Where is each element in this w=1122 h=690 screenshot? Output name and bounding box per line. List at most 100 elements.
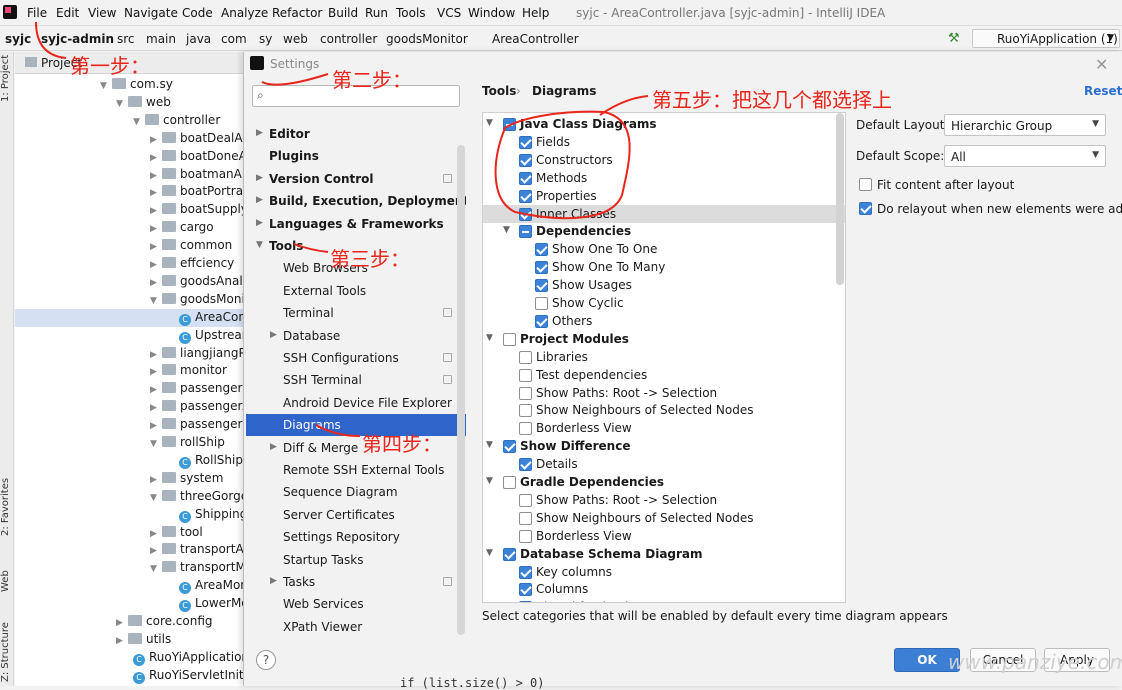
chevron-down-icon[interactable]: ▼ bbox=[150, 493, 162, 503]
project-tree-item[interactable]: ▶ goodsAnalys bbox=[15, 273, 256, 291]
chevron-right-icon[interactable]: ▶ bbox=[270, 442, 277, 452]
category-checkbox[interactable] bbox=[519, 404, 532, 418]
project-tree-item[interactable]: ▶ boatPortrait bbox=[15, 183, 251, 201]
project-tree-item[interactable]: ▶ tool bbox=[15, 524, 245, 542]
project-tree-item[interactable]: ▶ effciency bbox=[15, 255, 245, 273]
hammer-icon[interactable]: ⚒ bbox=[948, 31, 960, 46]
category-group[interactable]: ▼ Gradle Dependencies bbox=[483, 473, 845, 491]
category-option[interactable]: Show One To One bbox=[483, 240, 845, 258]
settings-tree-item[interactable]: Settings Repository bbox=[246, 526, 466, 548]
crumb-module[interactable]: syjc-admin bbox=[41, 32, 114, 46]
default-scope-select[interactable]: All ▼ bbox=[944, 145, 1106, 167]
category-option[interactable]: Show One To Many bbox=[483, 258, 845, 276]
chevron-right-icon[interactable]: ▶ bbox=[150, 206, 162, 216]
category-group[interactable]: ▼ Dependencies bbox=[483, 222, 845, 240]
category-checkbox[interactable] bbox=[519, 511, 532, 525]
category-checkbox[interactable] bbox=[519, 350, 532, 364]
run-config-select[interactable]: RuoYiApplication (1) ▼ bbox=[972, 29, 1120, 48]
category-checkbox[interactable] bbox=[503, 332, 516, 346]
chevron-right-icon[interactable]: ▶ bbox=[150, 350, 162, 360]
category-checkbox[interactable] bbox=[519, 601, 532, 602]
project-tree-item[interactable]: ▶ liangjiangPas bbox=[15, 345, 259, 363]
chevron-down-icon[interactable]: ▼ bbox=[486, 548, 493, 558]
category-checkbox[interactable] bbox=[503, 440, 516, 454]
settings-tree-item[interactable]: Sequence Diagram bbox=[246, 481, 466, 503]
category-option[interactable]: Show Cyclic bbox=[483, 294, 845, 312]
category-option[interactable]: Properties bbox=[483, 187, 845, 205]
settings-tree-scrollbar[interactable] bbox=[457, 145, 465, 635]
chevron-down-icon[interactable]: ▼ bbox=[133, 117, 145, 127]
project-tree-item[interactable]: ▶ common bbox=[15, 237, 245, 255]
menu-code[interactable]: Code bbox=[182, 6, 213, 20]
crumb-src[interactable]: src bbox=[117, 32, 135, 46]
menu-navigate[interactable]: Navigate bbox=[124, 6, 178, 20]
category-option[interactable]: Test dependencies bbox=[483, 366, 845, 384]
category-checkbox[interactable] bbox=[535, 279, 548, 293]
settings-tree-item[interactable]: ▶ Database bbox=[246, 325, 466, 347]
chevron-down-icon[interactable]: ▼ bbox=[486, 440, 493, 450]
project-tree-item[interactable]: C Upstream bbox=[15, 327, 253, 345]
chevron-right-icon[interactable]: ▶ bbox=[150, 171, 162, 181]
category-checkbox[interactable] bbox=[503, 118, 516, 131]
chevron-right-icon[interactable]: ▶ bbox=[150, 242, 162, 252]
project-tree-item[interactable]: ▶ boatmanAna bbox=[15, 166, 257, 184]
menu-run[interactable]: Run bbox=[365, 6, 388, 20]
crumb-controller[interactable]: controller bbox=[320, 32, 377, 46]
chevron-down-icon[interactable]: ▼ bbox=[256, 240, 263, 250]
category-group[interactable]: ▼ Java Class Diagrams bbox=[483, 115, 845, 133]
chevron-right-icon[interactable]: ▶ bbox=[116, 618, 128, 628]
project-tree-item[interactable]: ▶ monitor bbox=[15, 362, 245, 380]
menu-view[interactable]: View bbox=[88, 6, 116, 20]
chevron-down-icon[interactable]: ▼ bbox=[116, 99, 128, 109]
settings-tree-item[interactable]: SSH Configurations bbox=[246, 347, 466, 369]
settings-tree-item[interactable]: ▶ Build, Execution, Deployment bbox=[246, 190, 466, 212]
settings-tree-item[interactable]: ▶ Languages & Frameworks bbox=[246, 213, 466, 235]
category-checkbox[interactable] bbox=[519, 565, 532, 579]
project-tree-item[interactable]: ▶ boatDealAna bbox=[15, 130, 258, 148]
category-checkbox[interactable] bbox=[519, 422, 532, 436]
settings-tree-item[interactable]: Server Certificates bbox=[246, 504, 466, 526]
category-option[interactable]: Show Neighbours of Selected Nodes bbox=[483, 509, 845, 527]
settings-tree-item[interactable]: SSH Terminal bbox=[246, 369, 466, 391]
category-checkbox[interactable] bbox=[519, 529, 532, 543]
chevron-right-icon[interactable]: ▶ bbox=[150, 421, 162, 431]
category-group[interactable]: ▼ Show Difference bbox=[483, 437, 845, 455]
category-checkbox[interactable] bbox=[519, 225, 532, 239]
menu-window[interactable]: Window bbox=[468, 6, 515, 20]
menu-refactor[interactable]: Refactor bbox=[272, 6, 322, 20]
menu-analyze[interactable]: Analyze bbox=[221, 6, 268, 20]
chevron-right-icon[interactable]: ▶ bbox=[150, 224, 162, 234]
project-tree-item[interactable]: C AreaMon bbox=[15, 577, 248, 595]
category-checkbox[interactable] bbox=[535, 261, 548, 275]
crumb-goodsmonitor[interactable]: goodsMonitor bbox=[386, 32, 468, 46]
category-option[interactable]: Columns bbox=[483, 580, 845, 598]
project-tree-item[interactable]: C LowerMo bbox=[15, 595, 249, 613]
category-checkbox[interactable] bbox=[503, 476, 516, 489]
category-option[interactable]: Details bbox=[483, 455, 845, 473]
crumb-areacontroller[interactable]: AreaController bbox=[492, 32, 579, 46]
chevron-down-icon[interactable]: ▼ bbox=[150, 439, 162, 449]
settings-tree-item[interactable]: ▶ Version Control bbox=[246, 168, 466, 190]
reset-link[interactable]: Reset bbox=[1084, 84, 1122, 98]
crumb-com[interactable]: com bbox=[221, 32, 247, 46]
category-checkbox[interactable] bbox=[519, 189, 532, 203]
project-tree-item[interactable]: ▶ boatSupplyA bbox=[15, 201, 256, 219]
chevron-down-icon[interactable]: ▼ bbox=[503, 225, 510, 235]
favorites-tool-tab[interactable]: 2: Favorites bbox=[0, 478, 11, 536]
project-tree-item[interactable]: ▼ controller bbox=[15, 112, 245, 130]
category-option[interactable]: Inner Classes bbox=[483, 204, 845, 223]
menu-help[interactable]: Help bbox=[522, 6, 549, 20]
crumb-project[interactable]: syjc bbox=[5, 32, 31, 46]
project-tree-item[interactable]: ▶ passenger bbox=[15, 380, 245, 398]
chevron-right-icon[interactable]: ▶ bbox=[150, 546, 162, 556]
category-option[interactable]: Virtual foreign keys bbox=[483, 598, 845, 602]
settings-tree-item[interactable]: Terminal bbox=[246, 302, 466, 324]
chevron-right-icon[interactable]: ▶ bbox=[256, 173, 263, 183]
project-tree-item[interactable]: C RuoYiApplication bbox=[15, 649, 249, 667]
project-tree-item[interactable]: ▶ utils bbox=[15, 631, 245, 649]
chevron-right-icon[interactable]: ▶ bbox=[150, 188, 162, 198]
category-option[interactable]: Libraries bbox=[483, 348, 845, 366]
chevron-down-icon[interactable]: ▼ bbox=[486, 118, 493, 128]
category-checkbox[interactable] bbox=[519, 153, 532, 167]
close-icon[interactable]: ✕ bbox=[1095, 55, 1108, 74]
